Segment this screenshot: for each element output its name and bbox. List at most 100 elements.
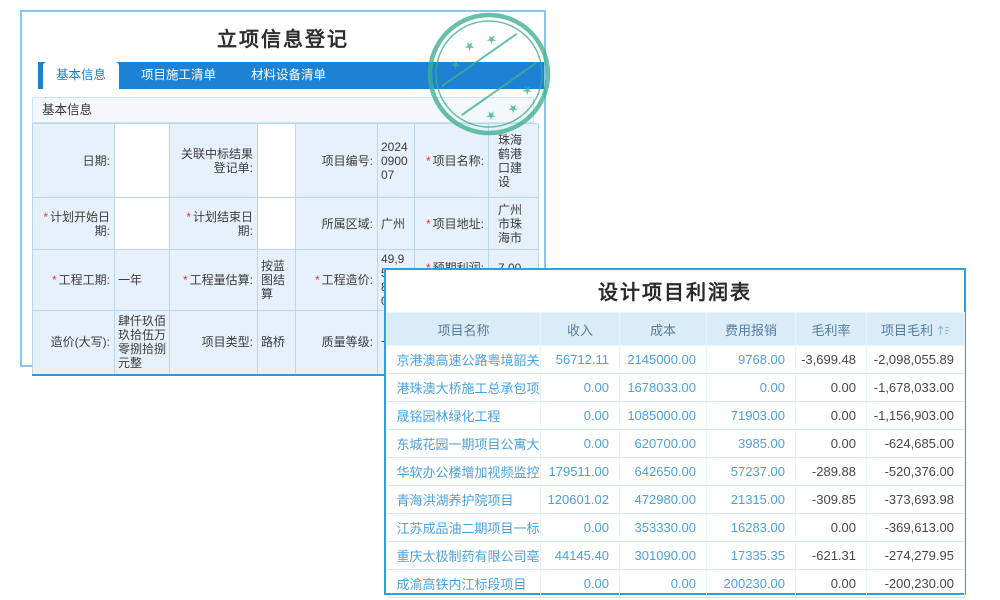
table-cell: 56712.11 [541, 346, 620, 374]
field-input-empty[interactable] [258, 124, 296, 198]
field-input-empty[interactable] [115, 124, 170, 198]
table-cell: 200230.00 [707, 570, 796, 598]
table-cell: 0.00 [541, 374, 620, 402]
table-row[interactable]: 重庆太极制药有限公司亳州44145.40301090.0017335.35-62… [387, 542, 965, 570]
form-row: *计划开始日期:*计划结束日期:所属区域:广州*项目地址:广州市珠海市 [33, 198, 539, 250]
field-label: 关联中标结果登记单: [170, 124, 258, 198]
table-cell: 0.00 [796, 570, 867, 598]
field-label: 日期: [33, 124, 115, 198]
report-title: 设计项目利润表 [386, 276, 964, 305]
field-value[interactable]: 2024090007 [378, 124, 415, 198]
table-row[interactable]: 华软办公楼增加视频监控项179511.00642650.0057237.00-2… [387, 458, 965, 486]
table-cell: 0.00 [796, 402, 867, 430]
table-cell: 16283.00 [707, 514, 796, 542]
field-label: *计划开始日期: [33, 198, 115, 250]
field-label-text: 日期: [83, 154, 110, 168]
field-label: *项目地址: [415, 198, 489, 250]
field-input-empty[interactable] [258, 198, 296, 250]
project-name-link[interactable]: 重庆太极制药有限公司亳州 [387, 542, 541, 570]
table-cell: 0.00 [796, 430, 867, 458]
project-name-link[interactable]: 港珠澳大桥施工总承包项目 [387, 374, 541, 402]
field-label-text: 项目类型: [202, 335, 253, 349]
required-asterisk: * [426, 217, 431, 231]
field-value[interactable]: 一年 [115, 250, 170, 311]
project-name-link[interactable]: 江苏成品油二期项目一标段 [387, 514, 541, 542]
field-label: 质量等级: [296, 311, 378, 375]
table-cell: 9768.00 [707, 346, 796, 374]
table-cell: 2145000.00 [620, 346, 707, 374]
table-row[interactable]: 港珠澳大桥施工总承包项目0.001678033.000.000.00-1,678… [387, 374, 965, 402]
table-cell: 353330.00 [620, 514, 707, 542]
tab-bar: 基本信息项目施工清单材料设备清单 [38, 62, 544, 89]
table-row[interactable]: 成渝高铁内江标段项目0.000.00200230.000.00-200,230.… [387, 570, 965, 598]
column-header-2[interactable]: 成本 [620, 313, 707, 346]
field-value[interactable]: 按蓝图结算 [258, 250, 296, 311]
field-label: 项目编号: [296, 124, 378, 198]
project-name-link[interactable]: 成渝高铁内江标段项目 [387, 570, 541, 598]
tab-1[interactable]: 项目施工清单 [128, 62, 229, 89]
table-row[interactable]: 京港澳高速公路粤境韶关至56712.112145000.009768.00-3,… [387, 346, 965, 374]
field-label: 所属区域: [296, 198, 378, 250]
tab-2[interactable]: 材料设备清单 [238, 62, 339, 89]
column-header-5[interactable]: 项目毛利 [867, 313, 965, 346]
column-header-text: 费用报销 [725, 323, 777, 338]
table-row[interactable]: 东城花园一期项目公寓大堂0.00620700.003985.000.00-624… [387, 430, 965, 458]
project-name-link[interactable]: 东城花园一期项目公寓大堂 [387, 430, 541, 458]
field-label-text: 项目地址: [433, 217, 484, 231]
field-label-text: 造价(大写): [51, 335, 110, 349]
table-cell: 0.00 [796, 374, 867, 402]
table-cell: -200,230.00 [867, 570, 965, 598]
field-value[interactable]: 珠海鹤港口建设 [489, 124, 539, 198]
column-header-text: 项目毛利 [881, 323, 933, 338]
table-cell: -274,279.95 [867, 542, 965, 570]
page-title: 立项信息登记 [22, 23, 544, 52]
column-header-3[interactable]: 费用报销 [707, 313, 796, 346]
required-asterisk: * [183, 273, 188, 287]
table-cell: -309.85 [796, 486, 867, 514]
table-cell: 21315.00 [707, 486, 796, 514]
table-cell: 44145.40 [541, 542, 620, 570]
column-header-4[interactable]: 毛利率 [796, 313, 867, 346]
table-cell: 17335.35 [707, 542, 796, 570]
tab-0[interactable]: 基本信息 [43, 62, 119, 89]
table-cell: 0.00 [620, 570, 707, 598]
profit-body: 京港澳高速公路粤境韶关至56712.112145000.009768.00-3,… [387, 346, 965, 598]
required-asterisk: * [43, 210, 48, 224]
required-asterisk: * [315, 273, 320, 287]
field-input-empty[interactable] [115, 198, 170, 250]
field-label-text: 所属区域: [322, 217, 373, 231]
field-label-text: 工程工期: [59, 273, 110, 287]
column-header-1[interactable]: 收入 [541, 313, 620, 346]
project-name-link[interactable]: 京港澳高速公路粤境韶关至 [387, 346, 541, 374]
field-value[interactable]: 广州 [378, 198, 415, 250]
table-row[interactable]: 江苏成品油二期项目一标段0.00353330.0016283.000.00-36… [387, 514, 965, 542]
field-label-text: 项目名称: [433, 154, 484, 168]
field-label: 造价(大写): [33, 311, 115, 375]
table-cell: 120601.02 [541, 486, 620, 514]
column-header-0[interactable]: 项目名称 [387, 313, 541, 346]
table-cell: -3,699.48 [796, 346, 867, 374]
sort-icon[interactable] [937, 324, 950, 336]
project-name-link[interactable]: 晟铭园林绿化工程 [387, 402, 541, 430]
table-cell: 642650.00 [620, 458, 707, 486]
table-cell: -373,693.98 [867, 486, 965, 514]
field-value[interactable]: 肆仟玖佰玖拾伍万零捌拾捌元整 [115, 311, 170, 375]
project-name-link[interactable]: 青海洪湖养护院项目 [387, 486, 541, 514]
table-row[interactable]: 晟铭园林绿化工程0.001085000.0071903.000.00-1,156… [387, 402, 965, 430]
column-header-text: 项目名称 [437, 323, 489, 338]
field-value[interactable]: 广州市珠海市 [489, 198, 539, 250]
field-label: *工程工期: [33, 250, 115, 311]
form-row: 日期:关联中标结果登记单:项目编号:2024090007*项目名称:珠海鹤港口建… [33, 124, 539, 198]
project-name-link[interactable]: 华软办公楼增加视频监控项 [387, 458, 541, 486]
required-asterisk: * [186, 210, 191, 224]
column-header-text: 毛利率 [811, 323, 850, 338]
field-label: *工程造价: [296, 250, 378, 311]
field-label-text: 质量等级: [322, 335, 373, 349]
table-cell: -2,098,055.89 [867, 346, 965, 374]
field-label: *工程量估算: [170, 250, 258, 311]
table-cell: -624,685.00 [867, 430, 965, 458]
table-row[interactable]: 青海洪湖养护院项目120601.02472980.0021315.00-309.… [387, 486, 965, 514]
profit-table: 项目名称 收入成本 费用报销 毛利率 项目毛利 京港澳高速公路粤境韶关至56712.11… [386, 312, 965, 598]
field-label-text: 计划结束日期: [193, 210, 253, 238]
field-value[interactable]: 路桥 [258, 311, 296, 375]
